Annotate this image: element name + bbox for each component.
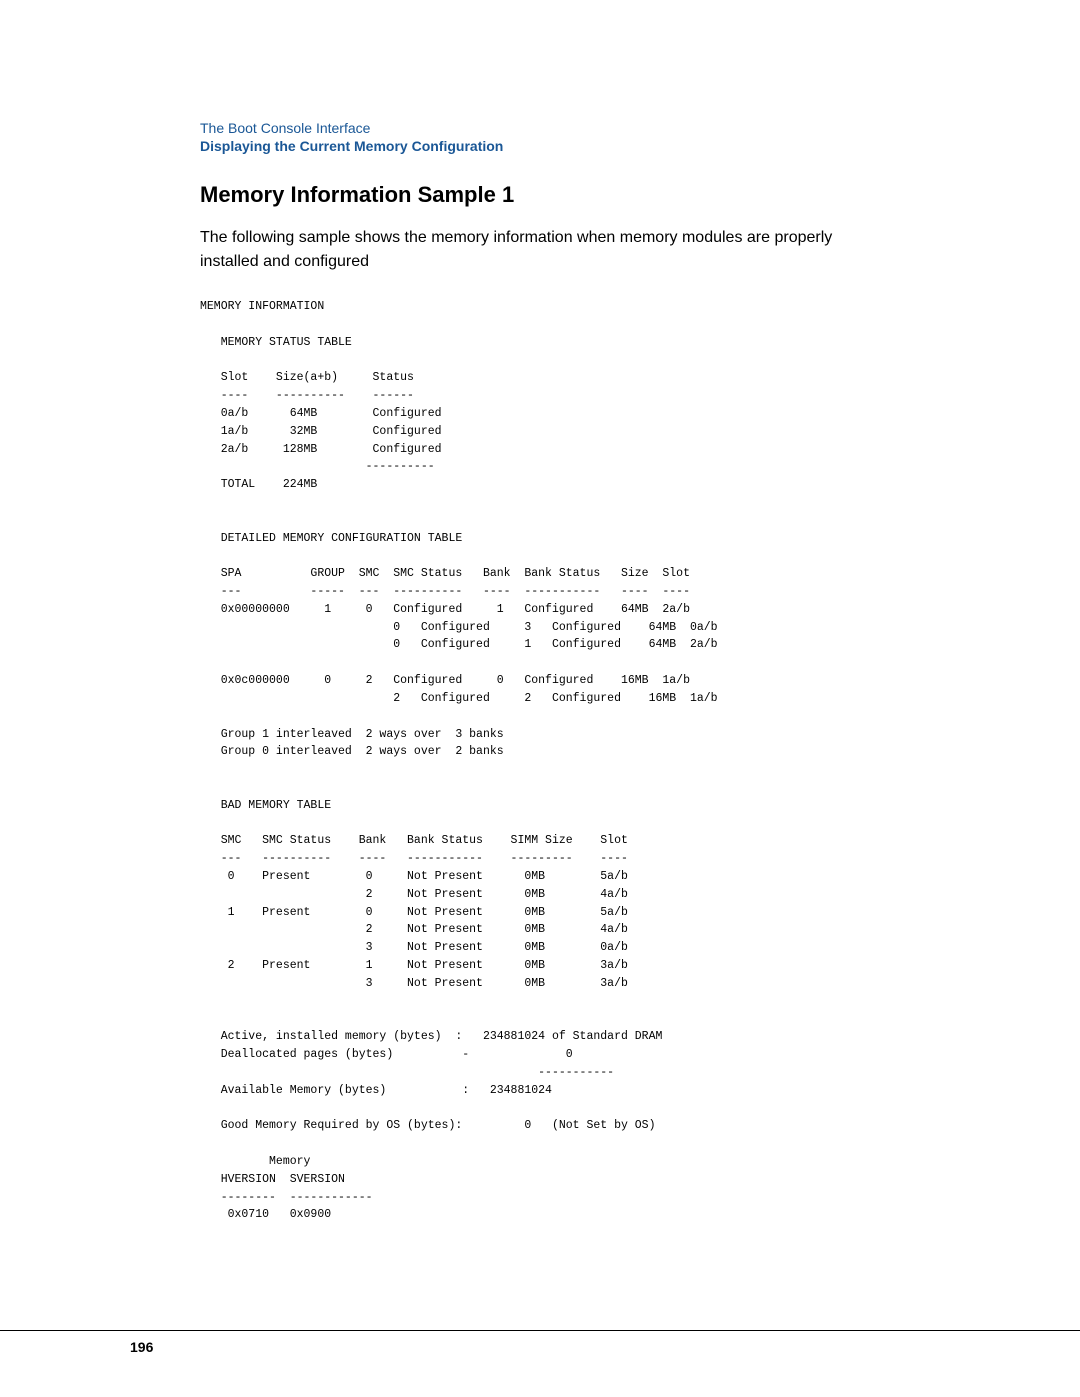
intro-text: The following sample shows the memory in… <box>200 226 880 274</box>
page-container: The Boot Console Interface Displaying th… <box>0 0 1080 1397</box>
breadcrumb-current: Displaying the Current Memory Configurat… <box>200 138 950 154</box>
page-footer: 196 <box>0 1330 1080 1357</box>
page-number: 196 <box>130 1339 153 1355</box>
page-title: Memory Information Sample 1 <box>200 182 950 208</box>
code-block: MEMORY INFORMATION MEMORY STATUS TABLE S… <box>200 298 950 1224</box>
breadcrumb: The Boot Console Interface Displaying th… <box>200 120 950 154</box>
breadcrumb-parent[interactable]: The Boot Console Interface <box>200 120 950 136</box>
